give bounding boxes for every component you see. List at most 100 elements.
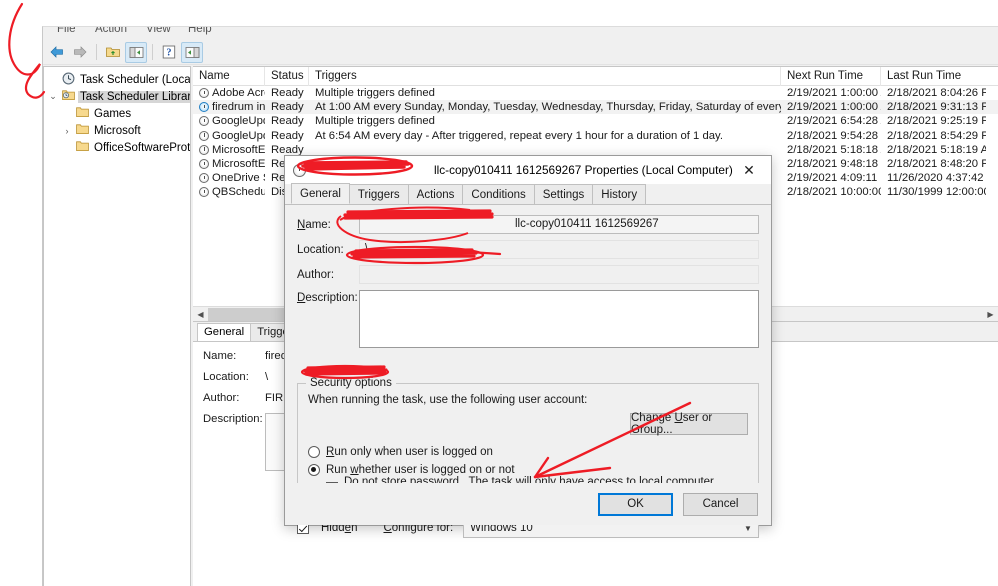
task-name-cell: MicrosoftEd... — [193, 144, 265, 156]
task-last-run: 2/18/2021 5:18:19 AM — [887, 143, 986, 156]
tab-conditions[interactable]: Conditions — [462, 184, 535, 204]
detail-location-label: Location: — [203, 371, 249, 383]
dialog-title-bar[interactable]: llc-copy010411 1612569267 Properties (Lo… — [285, 156, 771, 184]
task-triggers: Multiple triggers defined — [315, 87, 435, 100]
clock-icon — [199, 88, 209, 99]
back-arrow-icon[interactable] — [46, 42, 68, 63]
security-intro-text: When running the task, use the following… — [308, 394, 588, 406]
clock-icon — [199, 130, 209, 141]
author-value — [359, 265, 759, 284]
dialog-body: Name: llc-copy010411 1612569267 Location… — [285, 205, 771, 538]
detail-location-value: \ — [265, 371, 269, 383]
table-row[interactable]: GoogleUpda... Ready Multiple triggers de… — [193, 114, 998, 128]
toolbar-separator — [96, 44, 97, 60]
menu-view[interactable]: View — [146, 27, 171, 35]
sidebar-item-task-scheduler-library[interactable]: ⌄ Task Scheduler Library — [47, 88, 190, 105]
column-header-triggers[interactable]: Triggers — [309, 66, 781, 86]
task-last-run: 11/26/2020 4:37:42 PM — [887, 172, 986, 185]
task-name: QBSchedule... — [212, 186, 265, 199]
tab-history[interactable]: History — [592, 184, 647, 204]
task-properties-dialog: llc-copy010411 1612569267 Properties (Lo… — [284, 155, 772, 538]
task-last-run: 2/18/2021 8:54:29 PM — [887, 129, 986, 142]
task-status: Ready — [271, 87, 304, 100]
task-next-run: 2/18/2021 9:54:28 PM — [787, 129, 881, 142]
forward-arrow-icon[interactable] — [69, 42, 91, 63]
task-triggers: At 6:54 AM every day - After triggered, … — [315, 129, 723, 142]
show-hide-action-pane-icon[interactable] — [181, 41, 203, 63]
column-header-name[interactable]: Name — [193, 66, 265, 86]
tree-root-label: Task Scheduler (Local) — [80, 73, 191, 86]
menu-bar: File Action View Help — [43, 27, 998, 40]
ok-button[interactable]: OK — [598, 492, 673, 516]
location-label: Location: — [297, 243, 344, 256]
clock-icon — [62, 72, 75, 88]
chevron-right-icon[interactable]: › — [61, 126, 73, 136]
detail-name-label: Name: — [203, 350, 237, 362]
column-header-next-run[interactable]: Next Run Time — [781, 66, 881, 86]
author-row: Author: — [297, 265, 759, 284]
sidebar-item-games[interactable]: Games — [47, 105, 190, 122]
show-hide-console-tree-icon[interactable] — [125, 41, 147, 63]
task-name: OneDrive St... — [212, 172, 265, 185]
task-name-cell: GoogleUpda... — [193, 115, 265, 127]
task-name-cell: GoogleUpda... — [193, 130, 265, 142]
chevron-down-icon[interactable]: ⌄ — [47, 91, 59, 102]
task-last-run: 2/18/2021 8:04:26 PM — [887, 87, 986, 100]
tree-item-root[interactable]: Task Scheduler (Local) — [47, 71, 190, 88]
dialog-footer: OK Cancel — [285, 483, 771, 525]
tab-general[interactable]: General — [197, 323, 252, 341]
folder-icon — [76, 123, 89, 138]
change-user-or-group-label: Change User or Group... — [631, 412, 713, 436]
clock-icon — [199, 116, 209, 127]
description-row: Description: — [297, 290, 759, 348]
task-last-run: 2/18/2021 9:31:13 PM — [887, 101, 986, 114]
task-list-header: Name Status Triggers Next Run Time Last … — [193, 66, 998, 86]
menu-action[interactable]: Action — [95, 27, 127, 35]
menu-help[interactable]: Help — [188, 27, 212, 35]
clock-icon — [293, 163, 306, 177]
task-next-run: 2/18/2021 10:00:00 PM — [787, 186, 881, 199]
location-value: \ — [359, 240, 759, 259]
sidebar-item-officesoftwareprotect[interactable]: OfficeSoftwareProtect — [47, 139, 190, 156]
sidebar-item-microsoft[interactable]: › Microsoft — [47, 122, 190, 139]
sidebar-item-label: OfficeSoftwareProtect — [94, 141, 191, 154]
console-tree[interactable]: Task Scheduler (Local) ⌄ Task Scheduler … — [43, 66, 191, 586]
dialog-tabs: General Triggers Actions Conditions Sett… — [285, 183, 771, 205]
task-triggers: Multiple triggers defined — [315, 115, 435, 128]
user-account-value — [308, 414, 622, 434]
library-folder-icon — [62, 89, 75, 104]
menu-file[interactable]: File — [57, 27, 76, 35]
tab-general[interactable]: General — [291, 183, 350, 204]
radio-run-only-logged-on[interactable]: Run only when user is logged on — [308, 443, 748, 461]
table-row[interactable]: GoogleUpda... Ready At 6:54 AM every day… — [193, 129, 998, 143]
name-row: Name: llc-copy010411 1612569267 — [297, 215, 759, 234]
tab-settings[interactable]: Settings — [533, 184, 594, 204]
screen-root: File Action View Help ? Task Scheduler (… — [0, 0, 998, 586]
task-name: firedrum int... — [212, 101, 265, 114]
radio-icon[interactable] — [308, 446, 320, 458]
radio-icon-selected[interactable] — [308, 464, 320, 476]
scroll-right-icon[interactable]: ▶ — [983, 307, 998, 322]
svg-text:?: ? — [167, 48, 172, 59]
cancel-button[interactable]: Cancel — [683, 492, 758, 516]
table-row[interactable]: Adobe Acro... Ready Multiple triggers de… — [193, 86, 998, 100]
scroll-left-icon[interactable]: ◀ — [193, 307, 208, 322]
sidebar-item-label: Games — [94, 107, 132, 120]
column-header-last-run[interactable]: Last Run Time — [881, 67, 986, 86]
up-folder-icon[interactable] — [102, 42, 124, 63]
tab-triggers[interactable]: Triggers — [348, 184, 409, 204]
close-icon[interactable]: ✕ — [727, 156, 771, 184]
column-header-status[interactable]: Status — [265, 66, 309, 86]
help-icon[interactable]: ? — [158, 42, 180, 63]
security-options-legend: Security options — [306, 377, 396, 389]
name-input[interactable]: llc-copy010411 1612569267 — [359, 215, 759, 234]
change-user-or-group-button[interactable]: Change User or Group... — [630, 412, 748, 436]
description-textarea[interactable] — [359, 290, 759, 348]
toolbar-separator-2 — [152, 44, 153, 60]
task-name: Adobe Acro... — [212, 87, 265, 100]
task-next-run: 2/19/2021 1:00:00 AM — [787, 101, 881, 114]
table-row[interactable]: firedrum int... Ready At 1:00 AM every S… — [193, 100, 998, 115]
tab-actions[interactable]: Actions — [407, 184, 464, 204]
account-row: Change User or Group... — [308, 412, 748, 436]
task-name-cell: firedrum int... — [193, 101, 265, 113]
